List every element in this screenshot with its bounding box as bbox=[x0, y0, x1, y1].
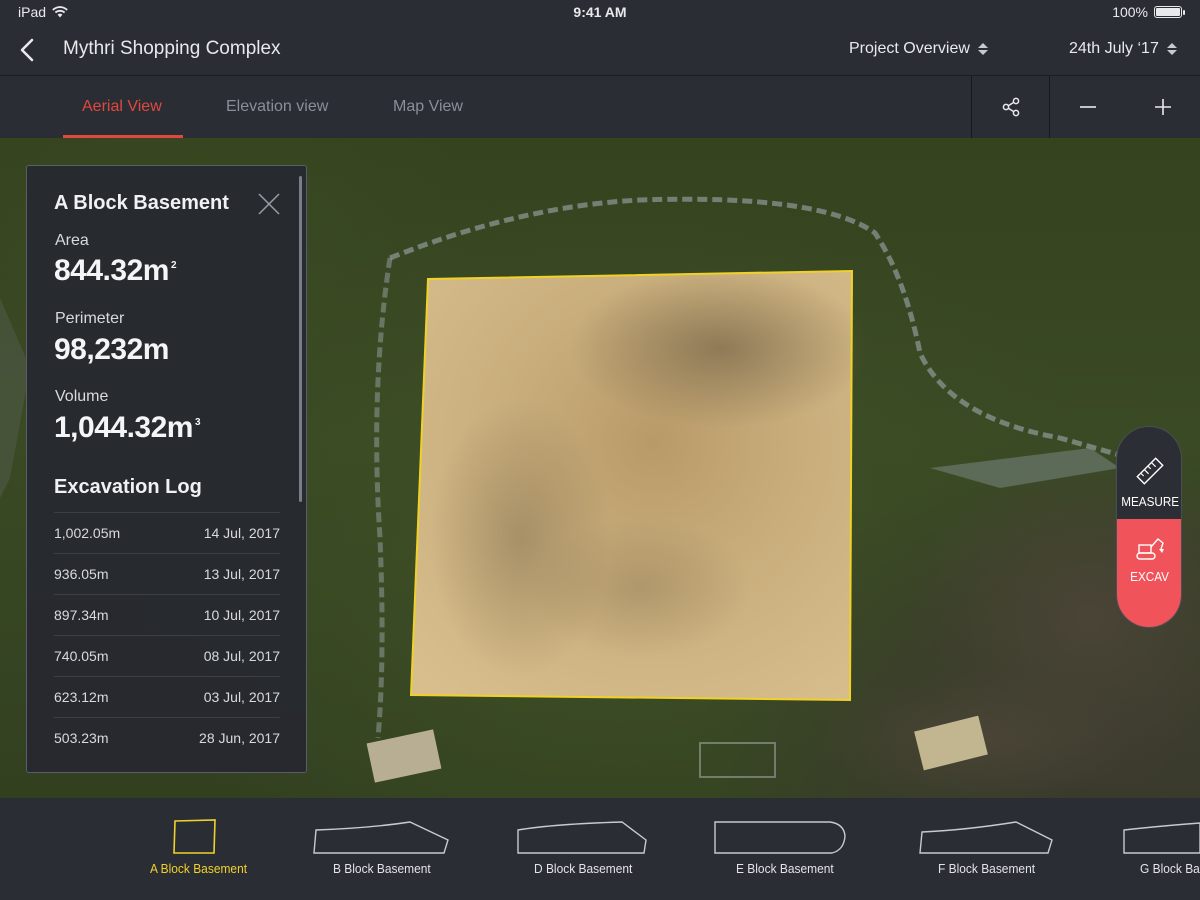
tray-item-b-block-basement[interactable]: B Block Basement bbox=[305, 798, 455, 900]
block-outline-icon bbox=[1123, 822, 1200, 854]
block-selector-tray: A Block Basement B Block Basement D Bloc… bbox=[0, 798, 1200, 900]
measure-button[interactable]: MEASURE bbox=[1117, 427, 1181, 519]
tray-item-e-block-basement[interactable]: E Block Basement bbox=[710, 798, 860, 900]
ruler-icon bbox=[1136, 457, 1164, 485]
sort-updown-icon bbox=[1166, 43, 1177, 55]
zoom-in-button[interactable] bbox=[1125, 76, 1200, 138]
log-date: 28 Jun, 2017 bbox=[199, 730, 280, 746]
perimeter-value: 98,232m bbox=[54, 333, 169, 366]
minus-icon bbox=[1079, 106, 1096, 108]
log-amount: 1,002.05m bbox=[54, 525, 121, 541]
tab-map-view[interactable]: Map View bbox=[393, 98, 463, 116]
panel-title: A Block Basement bbox=[54, 192, 229, 214]
tray-item-a-block-basement[interactable]: A Block Basement bbox=[150, 798, 250, 900]
log-date: 14 Jul, 2017 bbox=[203, 525, 280, 541]
tray-item-d-block-basement[interactable]: D Block Basement bbox=[510, 798, 660, 900]
area-value: 844.32m 2 bbox=[54, 254, 177, 288]
volume-label: Volume bbox=[55, 388, 109, 405]
log-amount: 740.05m bbox=[54, 648, 109, 664]
block-outline-icon bbox=[313, 821, 449, 854]
log-row[interactable]: 623.12m 03 Jul, 2017 bbox=[54, 676, 280, 717]
block-outline-icon bbox=[517, 821, 647, 854]
excavation-button[interactable]: EXCAV bbox=[1117, 519, 1181, 627]
sort-updown-icon bbox=[977, 43, 988, 55]
area-details-panel: A Block Basement Area 844.32m 2 Perimeter… bbox=[26, 165, 307, 773]
share-icon bbox=[1002, 97, 1019, 117]
status-right: 100% bbox=[1112, 4, 1185, 20]
view-tab-bar: Aerial View Elevation view Map View bbox=[0, 76, 1200, 138]
volume-value: 1,044.32m 3 bbox=[54, 411, 201, 445]
plus-icon bbox=[1154, 99, 1171, 115]
tray-item-label: G Block Bas bbox=[1140, 861, 1200, 876]
log-amount: 936.05m bbox=[54, 566, 109, 582]
battery-icon bbox=[1154, 6, 1185, 18]
log-date: 03 Jul, 2017 bbox=[203, 689, 280, 705]
block-outline-icon bbox=[919, 821, 1053, 854]
tray-item-f-block-basement[interactable]: F Block Basement bbox=[912, 798, 1062, 900]
log-row[interactable]: 936.05m 13 Jul, 2017 bbox=[54, 553, 280, 594]
date-selector[interactable]: 24th July ‘17 bbox=[1069, 40, 1177, 58]
log-amount: 503.23m bbox=[54, 730, 109, 746]
date-selector-label: 24th July ‘17 bbox=[1069, 40, 1159, 57]
excavation-log-list: 1,002.05m 14 Jul, 2017 936.05m 13 Jul, 201… bbox=[54, 512, 280, 758]
status-time: 9:41 AM bbox=[573, 4, 627, 20]
back-button[interactable] bbox=[14, 36, 42, 64]
close-icon bbox=[258, 193, 280, 215]
area-value-number: 844.32m bbox=[54, 254, 169, 287]
page-title: Mythri Shopping Complex bbox=[63, 38, 281, 59]
map-tools: MEASURE EXCAV bbox=[1116, 426, 1182, 628]
excav-label: EXCAV bbox=[1130, 569, 1170, 584]
battery-percent: 100% bbox=[1112, 4, 1148, 20]
log-row[interactable]: 1,002.05m 14 Jul, 2017 bbox=[54, 512, 280, 553]
block-outline-icon bbox=[714, 821, 846, 854]
log-row[interactable]: 503.23m 28 Jun, 2017 bbox=[54, 717, 280, 758]
tray-item-g-block-basement[interactable]: G Block Bas bbox=[1118, 798, 1200, 900]
excavator-icon bbox=[1136, 538, 1164, 560]
area-label: Area bbox=[55, 232, 89, 249]
view-selector[interactable]: Project Overview bbox=[849, 40, 988, 58]
tray-item-label: D Block Basement bbox=[534, 861, 633, 876]
panel-scrollbar[interactable] bbox=[299, 176, 302, 502]
tray-item-label: A Block Basement bbox=[150, 861, 248, 876]
status-bar: iPad 9:41 AM 100% bbox=[0, 0, 1200, 24]
measure-label: MEASURE bbox=[1121, 494, 1179, 509]
close-button[interactable] bbox=[257, 192, 281, 216]
log-amount: 623.12m bbox=[54, 689, 109, 705]
navigation-bar: Mythri Shopping Complex Project Overview… bbox=[0, 24, 1200, 76]
zoom-out-button[interactable] bbox=[1050, 76, 1125, 138]
view-selector-label: Project Overview bbox=[849, 40, 970, 57]
area-unit-superscript: 2 bbox=[170, 260, 177, 271]
log-row[interactable]: 897.34m 10 Jul, 2017 bbox=[54, 594, 280, 635]
tab-aerial-view[interactable]: Aerial View bbox=[82, 98, 162, 116]
log-date: 13 Jul, 2017 bbox=[203, 566, 280, 582]
tray-item-label: B Block Basement bbox=[333, 861, 431, 876]
log-date: 10 Jul, 2017 bbox=[203, 607, 280, 623]
tray-item-label: E Block Basement bbox=[736, 861, 834, 876]
log-row[interactable]: 740.05m 08 Jul, 2017 bbox=[54, 635, 280, 676]
tab-elevation-view[interactable]: Elevation view bbox=[226, 98, 328, 116]
perimeter-label: Perimeter bbox=[55, 310, 125, 327]
volume-unit-superscript: 3 bbox=[194, 417, 201, 428]
chevron-left-icon bbox=[20, 38, 34, 62]
share-button[interactable] bbox=[972, 76, 1049, 138]
log-date: 08 Jul, 2017 bbox=[203, 648, 280, 664]
volume-value-number: 1,044.32m bbox=[54, 411, 193, 444]
excavation-log-title: Excavation Log bbox=[54, 476, 202, 498]
log-amount: 897.34m bbox=[54, 607, 109, 623]
block-outline-icon bbox=[173, 819, 216, 854]
tray-item-label: F Block Basement bbox=[938, 861, 1036, 876]
